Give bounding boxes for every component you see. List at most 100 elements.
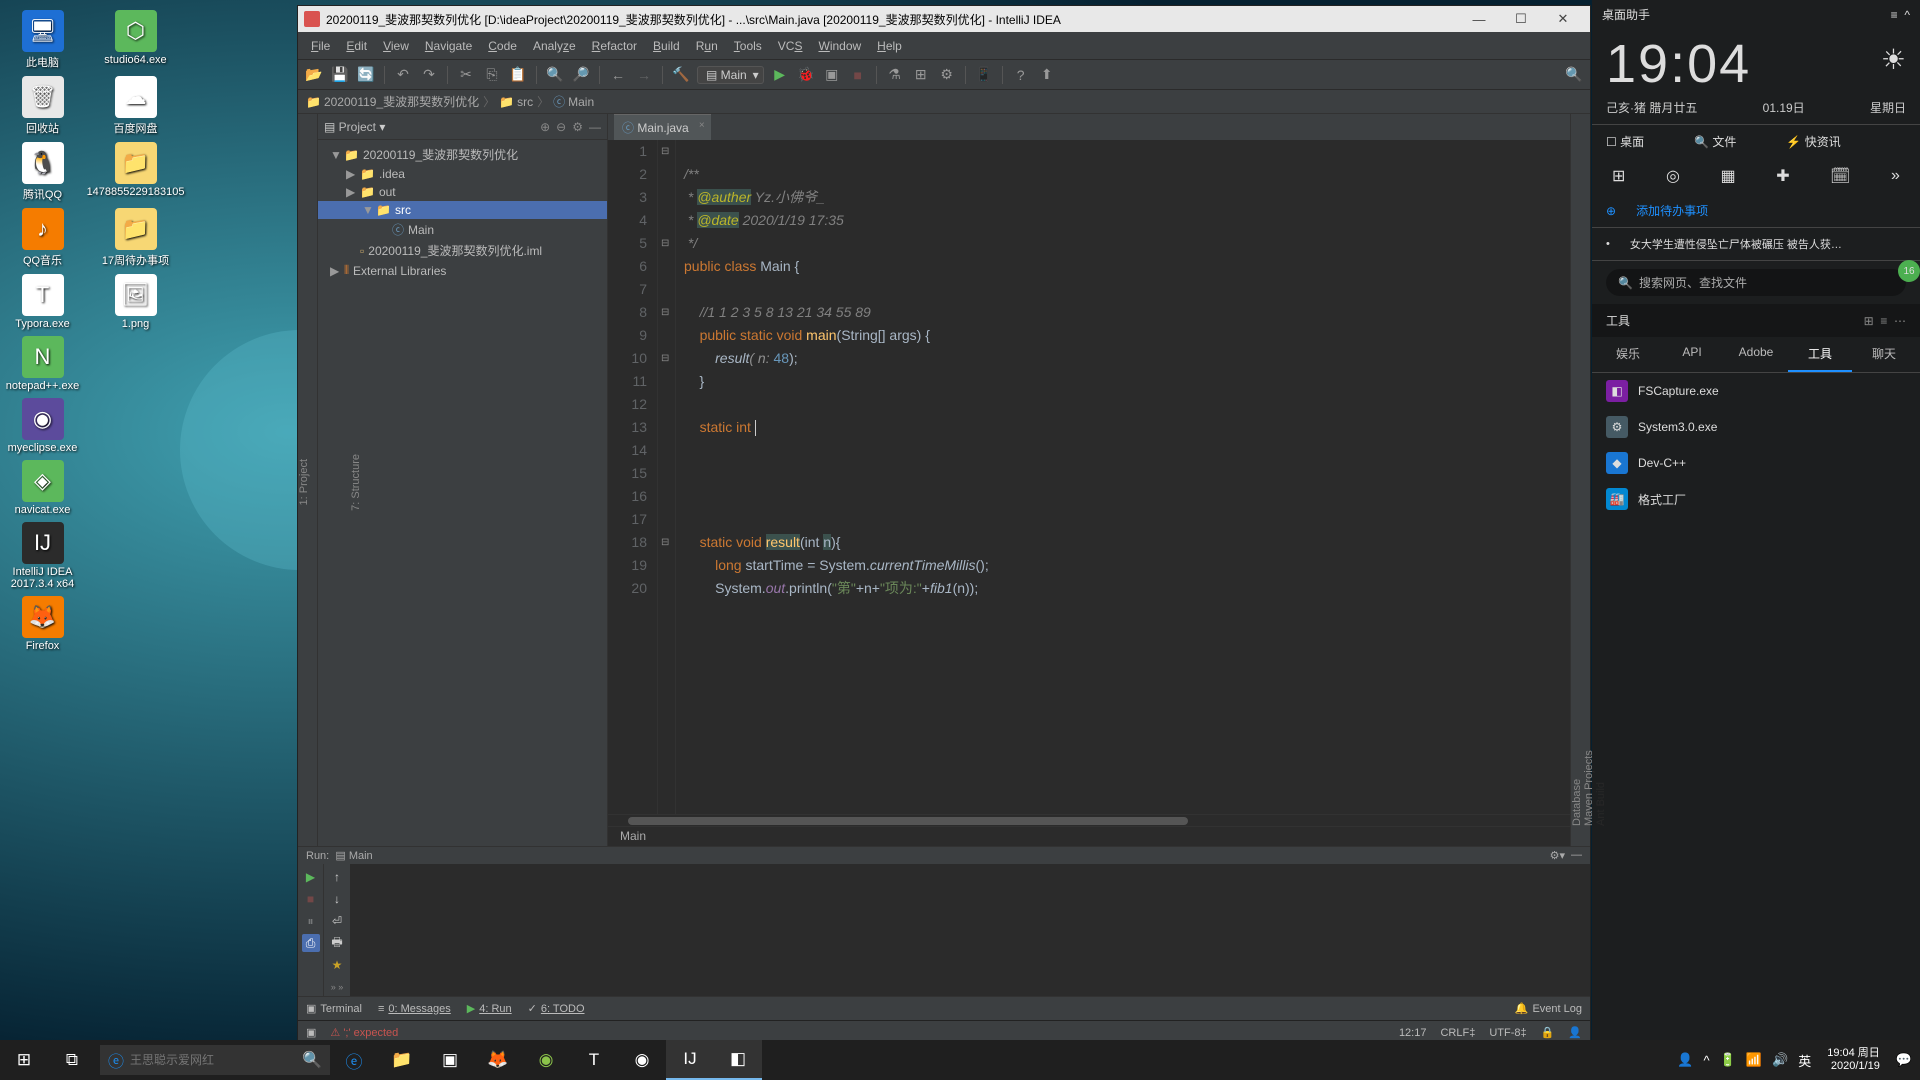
wrap-icon[interactable]: ⏎ — [328, 912, 346, 930]
tab-messages[interactable]: ≡ 0: Messages — [378, 1003, 451, 1015]
search-everywhere-icon[interactable]: 🔍 — [1564, 65, 1584, 85]
task-edge[interactable]: ⓔ — [330, 1040, 378, 1080]
menu-analyze[interactable]: Analyze — [526, 36, 583, 56]
task-fscapture[interactable]: ◧ — [714, 1040, 762, 1080]
profiler-icon[interactable]: ⚗ — [885, 65, 905, 85]
grid-icon[interactable]: ⊞ — [1612, 166, 1625, 186]
rerun-icon[interactable]: ▶ — [302, 868, 320, 886]
add-todo-link[interactable]: ⊕ 添加待办事项 — [1592, 194, 1920, 227]
desktop-icon-qqmusic[interactable]: ♪QQ音乐 — [5, 208, 80, 268]
tray-up-icon[interactable]: ^ — [1704, 1053, 1710, 1068]
tray-wifi-icon[interactable]: 📶 — [1746, 1052, 1762, 1068]
wtab-chat[interactable]: 聊天 — [1852, 337, 1916, 372]
tray-clock[interactable]: 19:04 周日 2020/1/19 — [1821, 1047, 1886, 1073]
tray-people-icon[interactable]: 👤 — [1677, 1052, 1693, 1068]
status-error[interactable]: ⚠ ';' expected — [330, 1026, 398, 1039]
run-output[interactable] — [350, 864, 1590, 996]
copy-icon[interactable]: ⎘ — [482, 65, 502, 85]
code-editor[interactable]: 1234▶567▶891011121314151617181920 ⊟ ⊟ ⊟ … — [608, 140, 1570, 814]
back-icon[interactable]: ← — [608, 65, 628, 85]
breadcrumb-src[interactable]: 📁 src — [499, 95, 533, 109]
desktop-icon-typora[interactable]: TTypora.exe — [5, 274, 80, 330]
breadcrumb-root[interactable]: 📁 20200119_斐波那契数列优化 — [306, 93, 479, 110]
task-spring[interactable]: ◉ — [522, 1040, 570, 1080]
build-icon[interactable]: 🔨 — [671, 65, 691, 85]
widget-search[interactable]: 🔍 搜索网页、查找文件 — [1606, 269, 1906, 296]
desktop-icon-intellij[interactable]: IJIntelliJ IDEA 2017.3.4 x64 — [5, 522, 80, 590]
view-more-icon[interactable]: ⋯ — [1894, 314, 1906, 328]
wtab-api[interactable]: API — [1660, 337, 1724, 372]
side-tab-project[interactable]: 1: Project — [298, 459, 310, 505]
coverage-icon[interactable]: ▣ — [822, 65, 842, 85]
desktop-icon-navicat[interactable]: ◈navicat.exe — [5, 460, 80, 516]
view-list-icon[interactable]: ≡ — [1880, 314, 1887, 328]
desktop-icon-firefox[interactable]: 🦊Firefox — [5, 596, 80, 652]
menu-view[interactable]: View — [376, 36, 416, 56]
pause-icon[interactable]: ⏸ — [302, 912, 320, 930]
desktop-icon-baidu[interactable]: ☁百度网盘 — [98, 76, 173, 136]
run-hide-icon[interactable]: — — [1571, 849, 1582, 862]
project-view-combo[interactable]: ▤ Project ▾ — [324, 120, 385, 134]
menu-window[interactable]: Window — [811, 36, 868, 56]
widget-nav-file[interactable]: 🔍 文件 — [1694, 133, 1736, 150]
task-explorer[interactable]: 📁 — [378, 1040, 426, 1080]
menu-build[interactable]: Build — [646, 36, 687, 56]
status-caret-pos[interactable]: 12:17 — [1399, 1027, 1427, 1039]
target-icon[interactable]: ◎ — [1666, 166, 1680, 186]
redo-icon[interactable]: ↷ — [419, 65, 439, 85]
desktop-icon-png[interactable]: 🖼1.png — [98, 274, 173, 330]
menu-refactor[interactable]: Refactor — [585, 36, 644, 56]
tool-item-fscapture[interactable]: ◧FSCapture.exe — [1592, 373, 1920, 409]
tool-item-system3[interactable]: ⚙System3.0.exe — [1592, 409, 1920, 445]
menu-code[interactable]: Code — [481, 36, 524, 56]
stop-icon[interactable]: ■ — [848, 65, 868, 85]
desktop-icon-notepadpp[interactable]: Nnotepad++.exe — [5, 336, 80, 392]
tool-window-quick-access-icon[interactable]: ▣ — [306, 1026, 316, 1039]
more-icon[interactable]: » — [1891, 167, 1900, 185]
run-icon[interactable]: ▶ — [770, 65, 790, 85]
start-button[interactable]: ⊞ — [0, 1040, 48, 1080]
menu-tools[interactable]: Tools — [727, 36, 769, 56]
news-headline[interactable]: • 女大学生遭性侵坠亡尸体被碾压 被告人获… — [1592, 227, 1920, 261]
tab-terminal[interactable]: ▣ Terminal — [306, 1002, 362, 1015]
expand-icon[interactable]: » » — [328, 978, 346, 996]
tray-notifications-icon[interactable]: 💬 — [1896, 1052, 1912, 1068]
fav-icon[interactable]: ★ — [328, 956, 346, 974]
status-lock-icon[interactable]: 🔒 — [1541, 1026, 1555, 1039]
print-icon[interactable]: 🖶 — [328, 934, 346, 952]
open-icon[interactable]: 📂 — [304, 65, 324, 85]
sdk-icon[interactable]: ⚙ — [937, 65, 957, 85]
status-encoding[interactable]: UTF-8‡ — [1489, 1027, 1526, 1039]
run-target[interactable]: ▤ Main — [335, 849, 372, 862]
run-settings-icon[interactable]: ⚙▾ — [1550, 849, 1565, 862]
tab-todo[interactable]: ✓ 6: TODO — [528, 1002, 585, 1015]
avd-icon[interactable]: 📱 — [974, 65, 994, 85]
paste-icon[interactable]: 📋 — [508, 65, 528, 85]
tool-item-devcpp[interactable]: ◆Dev-C++ — [1592, 445, 1920, 481]
tray-ime-lang[interactable]: 英 — [1798, 1051, 1811, 1070]
desktop-icon-recycle[interactable]: 🗑回收站 — [5, 76, 80, 136]
cut-icon[interactable]: ✂ — [456, 65, 476, 85]
menu-navigate[interactable]: Navigate — [418, 36, 479, 56]
horizontal-scrollbar[interactable] — [608, 814, 1570, 826]
up-icon[interactable]: ↑ — [328, 868, 346, 886]
tab-eventlog[interactable]: 🔔 Event Log — [1515, 1002, 1582, 1015]
wtab-tools[interactable]: 工具 — [1788, 337, 1852, 372]
task-view-icon[interactable]: ⧉ — [48, 1040, 96, 1080]
side-tab-structure[interactable]: 7: Structure — [350, 454, 362, 511]
task-intellij[interactable]: IJ — [666, 1040, 714, 1080]
desktop-icon-myeclipse[interactable]: ◉myeclipse.exe — [5, 398, 80, 454]
replace-icon[interactable]: 🔎 — [571, 65, 591, 85]
structure-icon[interactable]: ⊞ — [911, 65, 931, 85]
widget-up-icon[interactable]: ^ — [1904, 8, 1910, 22]
add-icon[interactable]: ✚ — [1776, 166, 1789, 186]
wtab-adobe[interactable]: Adobe — [1724, 337, 1788, 372]
editor-breadcrumb[interactable]: Main — [608, 826, 1570, 846]
task-typora[interactable]: T — [570, 1040, 618, 1080]
tab-main-java[interactable]: ⓒ Main.java× — [614, 114, 711, 140]
status-hector-icon[interactable]: 👤 — [1568, 1026, 1582, 1039]
save-icon[interactable]: 💾 — [330, 65, 350, 85]
tool-item-formatfactory[interactable]: 🏭格式工厂 — [1592, 481, 1920, 517]
dump-icon[interactable]: ⎙ — [302, 934, 320, 952]
widget-nav-news[interactable]: ⚡ 快资讯 — [1786, 133, 1840, 150]
